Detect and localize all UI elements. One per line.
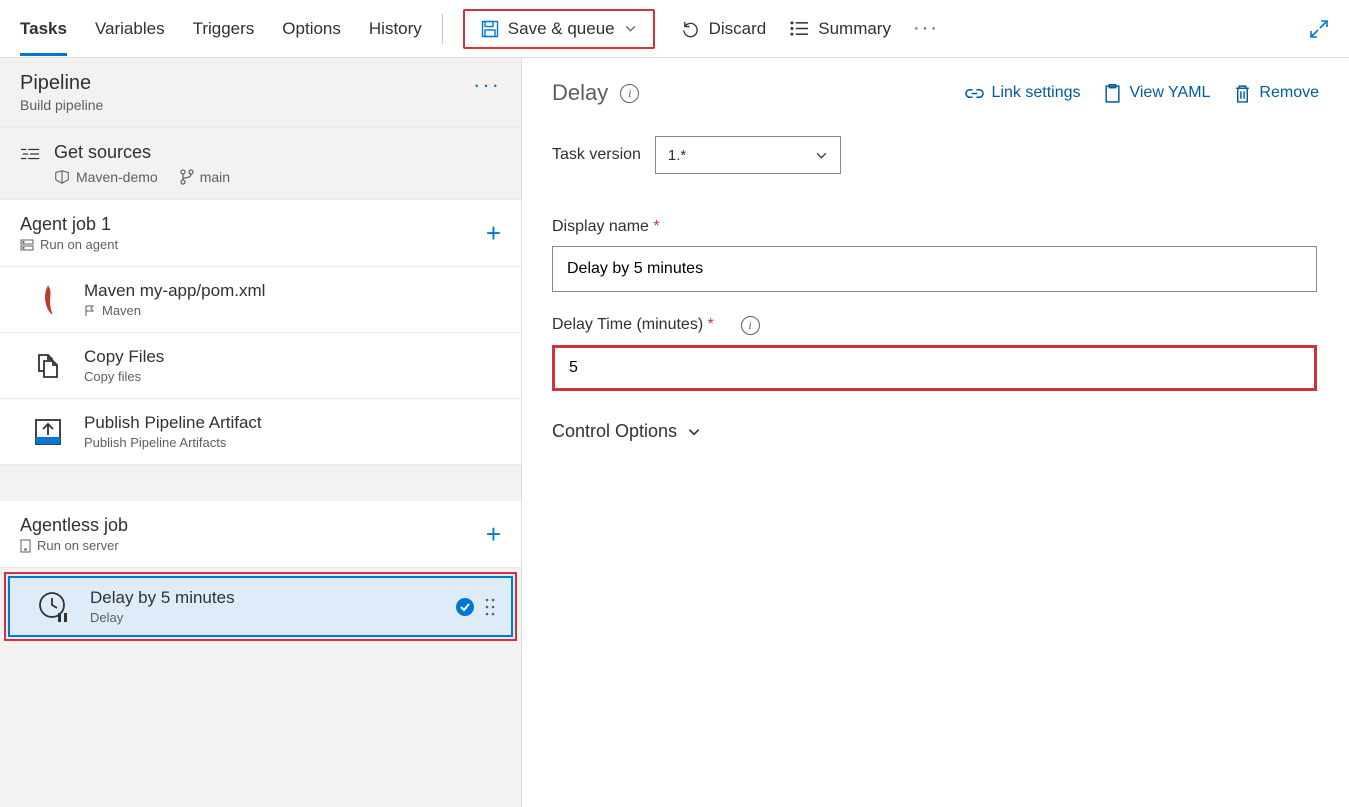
pipeline-title: Pipeline xyxy=(20,72,103,95)
sources-repo: Maven-demo xyxy=(54,169,158,185)
sources-icon xyxy=(20,146,40,162)
save-queue-highlight: Save & queue xyxy=(463,9,655,49)
control-options-toggle[interactable]: Control Options xyxy=(552,421,701,442)
drag-handle-icon[interactable] xyxy=(485,598,495,616)
summary-button[interactable]: Summary xyxy=(778,13,903,45)
task-version-select[interactable]: 1.* xyxy=(655,136,841,174)
task-maven[interactable]: Maven my-app/pom.xml Maven xyxy=(0,267,521,333)
agentless-job-subtitle: Run on server xyxy=(20,538,128,553)
agentless-job-header[interactable]: Agentless job Run on server + xyxy=(0,501,521,568)
get-sources[interactable]: Get sources Maven-demo main xyxy=(0,128,521,200)
upload-icon xyxy=(30,414,66,450)
agent-job-subtitle: Run on agent xyxy=(20,237,118,252)
sources-branch: main xyxy=(180,169,230,185)
remove-button[interactable]: Remove xyxy=(1234,84,1319,103)
server-icon xyxy=(20,239,34,251)
job-separator xyxy=(0,465,521,501)
pipeline-tree: Pipeline Build pipeline ··· Get sources … xyxy=(0,58,522,807)
link-settings-button[interactable]: Link settings xyxy=(965,84,1081,103)
task-title: Publish Pipeline Artifact xyxy=(84,413,262,433)
task-delay[interactable]: Delay by 5 minutes Delay xyxy=(4,572,517,641)
agent-job-header[interactable]: Agent job 1 Run on agent + xyxy=(0,200,521,267)
agentless-job-title: Agentless job xyxy=(20,515,128,536)
task-detail-panel: Delay i Link settings View YAML Remove xyxy=(522,58,1349,807)
pipeline-more-icon[interactable]: ··· xyxy=(473,72,501,98)
discard-label: Discard xyxy=(709,19,767,39)
task-version-label: Task version xyxy=(552,146,641,164)
azure-repos-icon xyxy=(54,170,70,184)
server-single-icon xyxy=(20,539,31,553)
display-name-label: Display name * xyxy=(552,218,1319,236)
clock-pause-icon xyxy=(36,589,72,625)
pipeline-subtitle: Build pipeline xyxy=(20,97,103,113)
maven-icon xyxy=(30,282,66,318)
check-circle-icon xyxy=(455,597,475,617)
top-toolbar: Tasks Variables Triggers Options History… xyxy=(0,0,1349,58)
task-subtitle: Copy files xyxy=(84,369,164,384)
delay-time-input[interactable] xyxy=(552,345,1317,391)
task-publish-artifact[interactable]: Publish Pipeline Artifact Publish Pipeli… xyxy=(0,399,521,465)
chevron-down-icon xyxy=(815,149,828,162)
chevron-down-icon xyxy=(624,22,637,35)
fullscreen-icon[interactable] xyxy=(1309,19,1329,39)
copy-icon xyxy=(30,348,66,384)
tab-options[interactable]: Options xyxy=(282,3,341,55)
task-subtitle: Publish Pipeline Artifacts xyxy=(84,435,262,450)
add-task-button[interactable]: + xyxy=(486,218,501,249)
undo-icon xyxy=(681,19,700,38)
info-icon[interactable]: i xyxy=(620,84,639,103)
pipeline-tabs: Tasks Variables Triggers Options History xyxy=(20,3,422,55)
required-indicator: * xyxy=(708,316,714,333)
task-copy-files[interactable]: Copy Files Copy files xyxy=(0,333,521,399)
task-subtitle: Maven xyxy=(84,303,265,318)
task-subtitle: Delay xyxy=(90,610,235,625)
flag-icon xyxy=(84,305,96,317)
task-version-value: 1.* xyxy=(668,147,686,164)
tab-triggers[interactable]: Triggers xyxy=(193,3,255,55)
task-title: Maven my-app/pom.xml xyxy=(84,281,265,301)
tab-history[interactable]: History xyxy=(369,3,422,55)
more-menu[interactable]: ··· xyxy=(903,11,949,46)
pipeline-header[interactable]: Pipeline Build pipeline ··· xyxy=(0,58,521,128)
divider xyxy=(442,14,443,44)
view-yaml-button[interactable]: View YAML xyxy=(1104,84,1210,103)
required-indicator: * xyxy=(653,218,659,235)
task-title: Copy Files xyxy=(84,347,164,367)
link-icon xyxy=(965,86,984,101)
save-queue-label: Save & queue xyxy=(508,19,615,39)
save-queue-button[interactable]: Save & queue xyxy=(469,13,649,45)
add-task-button[interactable]: + xyxy=(486,519,501,550)
trash-icon xyxy=(1234,84,1251,103)
tab-variables[interactable]: Variables xyxy=(95,3,165,55)
info-icon[interactable]: i xyxy=(741,316,760,335)
task-title: Delay by 5 minutes xyxy=(90,588,235,608)
agent-job-title: Agent job 1 xyxy=(20,214,118,235)
sources-title: Get sources xyxy=(54,142,230,163)
list-icon xyxy=(790,20,809,37)
display-name-input[interactable] xyxy=(552,246,1317,292)
tab-tasks[interactable]: Tasks xyxy=(20,3,67,55)
detail-heading: Delay i xyxy=(552,80,639,106)
save-icon xyxy=(481,20,499,38)
discard-button[interactable]: Discard xyxy=(669,13,779,45)
clipboard-icon xyxy=(1104,84,1121,103)
chevron-down-icon xyxy=(687,425,701,439)
delay-time-label: Delay Time (minutes) * i xyxy=(552,316,1319,335)
summary-label: Summary xyxy=(818,19,891,39)
branch-icon xyxy=(180,169,194,185)
